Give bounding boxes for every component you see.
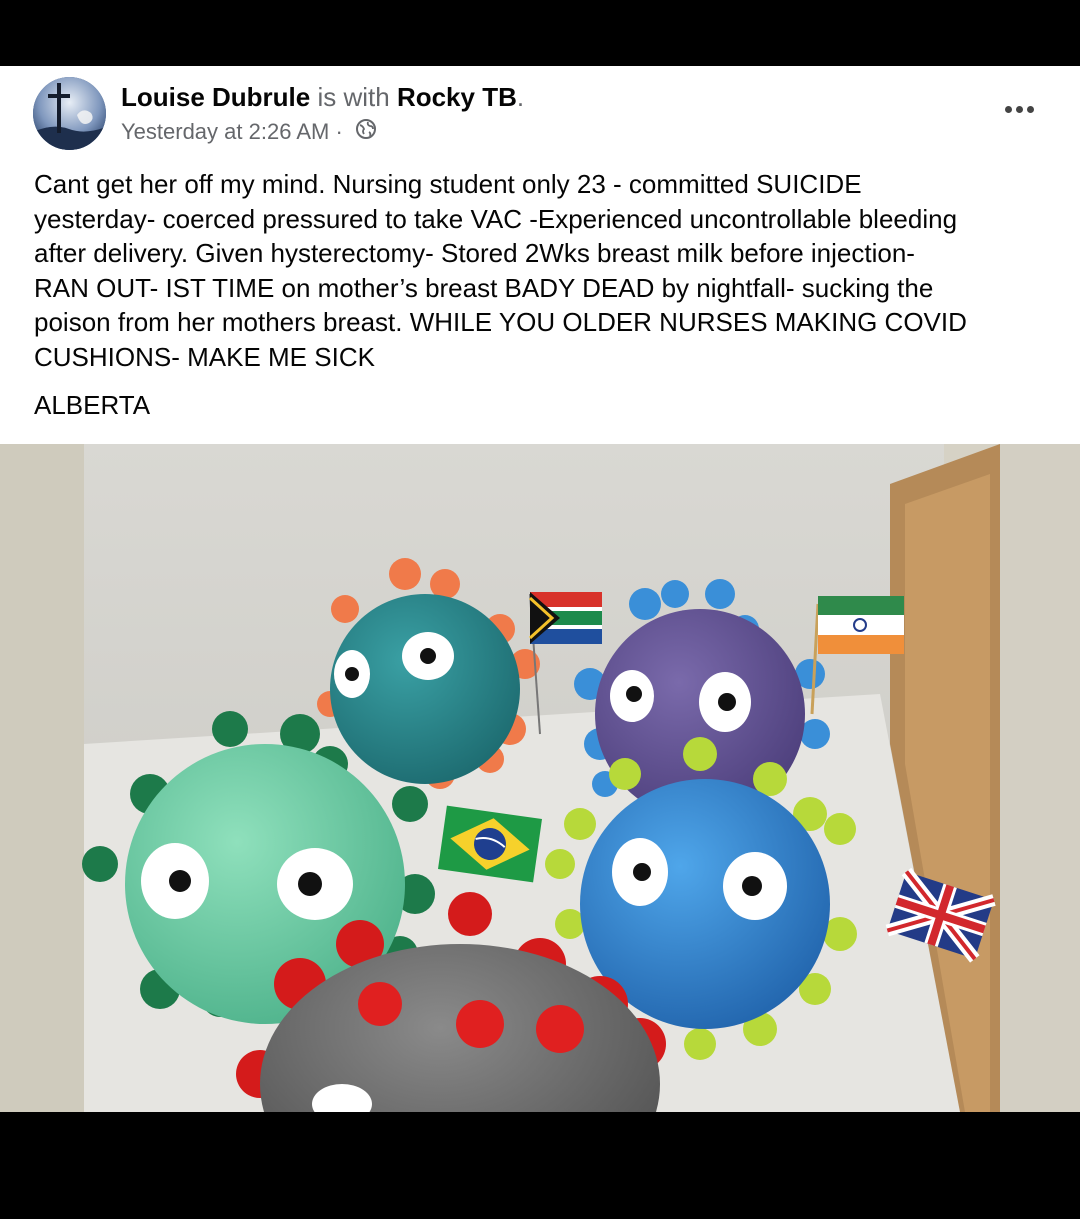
post-meta: Yesterday at 2:26 AM · [121, 118, 377, 146]
brazil-flag [438, 805, 542, 883]
avatar-image [33, 77, 106, 150]
more-options-dot [1015, 105, 1023, 113]
post-body-line: RAN OUT- IST TIME on mother’s breast BAD… [34, 272, 934, 303]
globe-icon[interactable] [355, 118, 377, 146]
post-photo[interactable] [0, 444, 1080, 1112]
post-body-line: after delivery. Given hysterectomy- Stor… [34, 238, 915, 269]
top-black-bar [0, 0, 1080, 66]
author-name-link[interactable]: Louise Dubrule [121, 82, 310, 112]
crochet-virus-photo [0, 444, 1080, 1112]
post-body: Cant get her off my mind. Nursing studen… [34, 167, 1064, 375]
with-text: is with [310, 82, 397, 112]
author-line: Louise Dubrule is with Rocky TB. [121, 82, 524, 113]
more-options-dot [1026, 105, 1034, 113]
facebook-post-card: Louise Dubrule is with Rocky TB. Yesterd… [0, 66, 1080, 1112]
post-header: Louise Dubrule is with Rocky TB. Yesterd… [0, 66, 1080, 161]
post-body-line: yesterday- coerced pressured to take VAC… [34, 203, 958, 234]
author-avatar[interactable] [33, 77, 106, 150]
period-text: . [516, 82, 525, 112]
post-body-line: CUSHIONS- MAKE ME SICK [34, 341, 375, 372]
meta-separator: · [329, 119, 349, 144]
post-location-text: ALBERTA [34, 390, 151, 420]
bottom-black-bar [0, 1112, 1080, 1219]
tagged-user-link[interactable]: Rocky TB [397, 82, 517, 112]
post-body-line: Cant get her off my mind. Nursing studen… [34, 169, 862, 199]
more-options-icon [1004, 105, 1012, 113]
timestamp-link[interactable]: Yesterday at 2:26 AM [121, 119, 329, 145]
more-options-button[interactable] [996, 94, 1042, 124]
post-body-line: poison from her mothers breast. WHILE YO… [34, 307, 967, 338]
